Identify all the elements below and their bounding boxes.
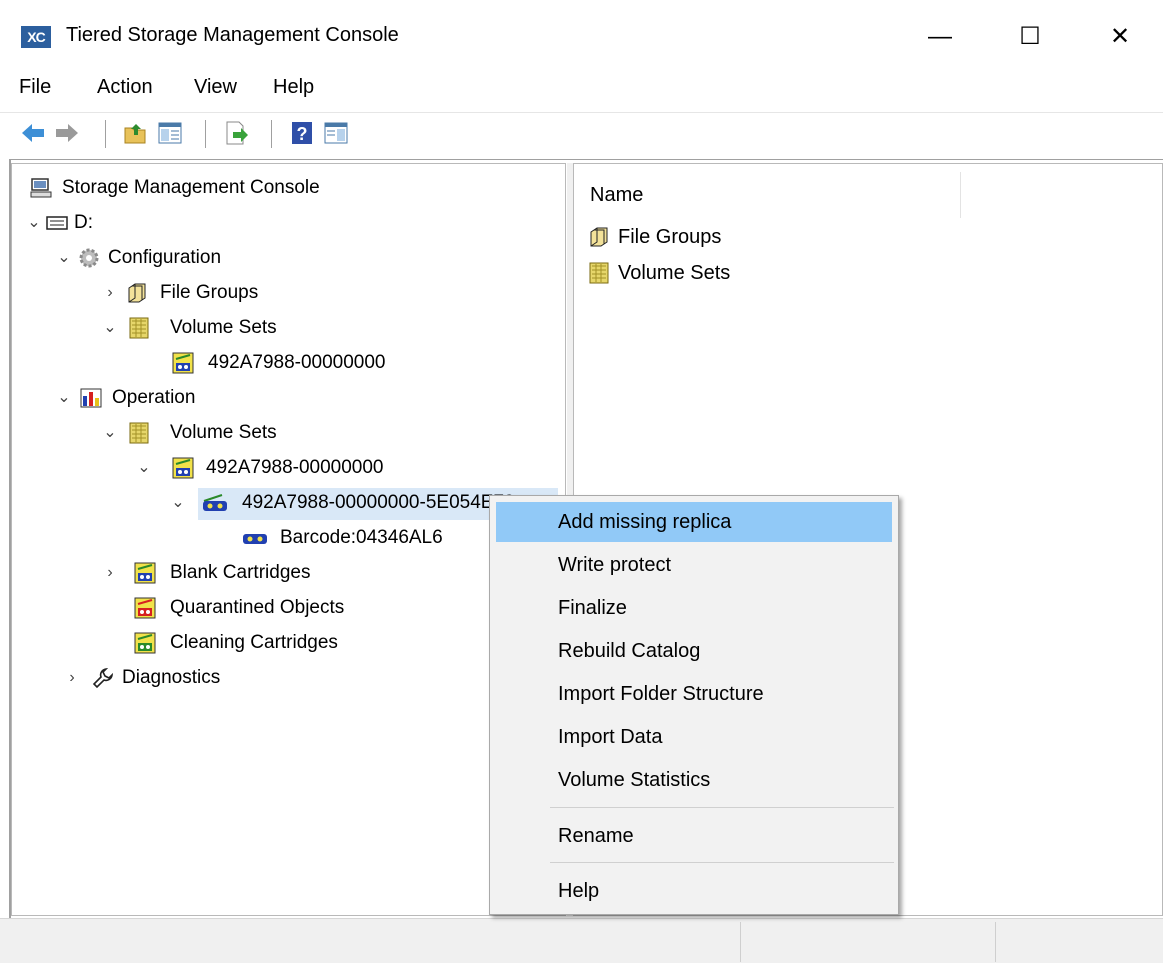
chevron-down-icon[interactable]: ⌄ bbox=[26, 208, 42, 238]
tape-volume-icon bbox=[172, 352, 194, 374]
chevron-down-icon[interactable]: ⌄ bbox=[136, 453, 152, 483]
tree-item-config-volume[interactable]: 492A7988-00000000 bbox=[172, 348, 542, 378]
menu-help[interactable]: Help bbox=[273, 76, 314, 99]
svg-text:?: ? bbox=[297, 124, 308, 144]
status-bar-divider bbox=[740, 922, 741, 962]
menu-item-finalize[interactable]: Finalize bbox=[496, 588, 892, 628]
volume-sets-icon bbox=[588, 262, 610, 284]
minimize-button[interactable]: — bbox=[900, 8, 980, 68]
menu-item-rename[interactable]: Rename bbox=[496, 816, 892, 856]
tree-item-label: Blank Cartridges bbox=[170, 562, 311, 583]
tree-item-label: D: bbox=[74, 212, 93, 233]
column-header-name[interactable]: Name bbox=[590, 184, 643, 207]
tree-item-blank-cartridges[interactable]: › Blank Cartridges bbox=[102, 558, 542, 588]
chevron-down-icon[interactable]: ⌄ bbox=[102, 313, 118, 343]
menu-item-write-protect[interactable]: Write protect bbox=[496, 545, 892, 585]
toolbar-separator bbox=[271, 120, 272, 148]
forward-arrow-icon[interactable] bbox=[54, 120, 80, 146]
gear-icon bbox=[78, 247, 100, 269]
menu-action[interactable]: Action bbox=[97, 76, 153, 99]
tree-item-root[interactable]: Storage Management Console bbox=[30, 173, 550, 203]
tree-item-label: 492A7988-00000000-5E054E79 bbox=[242, 492, 515, 513]
tree-item-config-file-groups[interactable]: › File Groups bbox=[102, 278, 542, 308]
menu-bar bbox=[0, 70, 1163, 110]
tree-item-diagnostics[interactable]: › Diagnostics bbox=[64, 663, 544, 693]
file-groups-icon bbox=[126, 282, 148, 304]
menu-item-add-missing-replica[interactable]: Add missing replica bbox=[496, 502, 892, 542]
operation-chart-icon bbox=[80, 387, 102, 409]
export-list-icon[interactable] bbox=[223, 120, 249, 146]
window-title: Tiered Storage Management Console bbox=[66, 24, 399, 46]
tree-item-label: Configuration bbox=[108, 247, 222, 268]
chevron-down-icon[interactable]: ⌄ bbox=[56, 383, 72, 413]
computer-icon bbox=[30, 177, 52, 199]
tree-item-op-volume-sets[interactable]: ⌄ Volume Sets bbox=[102, 418, 542, 448]
file-groups-icon bbox=[588, 226, 610, 248]
help-icon[interactable]: ? bbox=[289, 120, 315, 146]
blank-cartridge-icon bbox=[134, 562, 156, 584]
tape-volume-icon bbox=[172, 457, 194, 479]
tree-item-label: File Groups bbox=[160, 282, 259, 303]
menu-item-import-data[interactable]: Import Data bbox=[496, 717, 892, 757]
app-icon: XC bbox=[21, 26, 51, 48]
drive-icon bbox=[46, 212, 68, 234]
list-item-label: File Groups bbox=[618, 226, 722, 248]
toolbar-separator bbox=[205, 120, 206, 148]
tape-cartridge-icon bbox=[242, 527, 267, 549]
tree-item-label: Volume Sets bbox=[170, 317, 277, 338]
maximize-button[interactable]: ☐ bbox=[990, 8, 1070, 68]
menu-item-volume-statistics[interactable]: Volume Statistics bbox=[496, 760, 892, 800]
tape-replica-icon bbox=[202, 492, 227, 514]
quarantine-cartridge-icon bbox=[134, 597, 156, 619]
chevron-right-icon[interactable]: › bbox=[102, 558, 118, 588]
toolbar-separator bbox=[105, 120, 106, 148]
tree-item-label: 492A7988-00000000 bbox=[206, 457, 384, 478]
status-bar-divider bbox=[995, 922, 996, 962]
list-item-file-groups[interactable]: File Groups bbox=[588, 222, 888, 252]
close-button[interactable]: ✕ bbox=[1080, 8, 1160, 68]
menu-file[interactable]: File bbox=[19, 76, 51, 99]
tree-item-label: Volume Sets bbox=[170, 422, 277, 443]
list-item-volume-sets[interactable]: Volume Sets bbox=[588, 258, 888, 288]
tree-item-label: Barcode:04346AL6 bbox=[280, 527, 443, 548]
chevron-right-icon[interactable]: › bbox=[102, 278, 118, 308]
chevron-down-icon[interactable]: ⌄ bbox=[56, 243, 72, 273]
tree-item-configuration[interactable]: ⌄ Configuration bbox=[56, 243, 546, 273]
tree-item-quarantined-objects[interactable]: Quarantined Objects bbox=[134, 593, 544, 623]
context-menu: Add missing replica Write protect Finali… bbox=[489, 495, 899, 915]
tree-item-label: Storage Management Console bbox=[62, 177, 320, 198]
cleaning-cartridge-icon bbox=[134, 632, 156, 654]
show-hide-action-pane-icon[interactable] bbox=[323, 120, 349, 146]
back-arrow-icon[interactable] bbox=[20, 120, 46, 146]
tree-item-drive[interactable]: ⌄ D: bbox=[26, 208, 546, 238]
show-hide-console-tree-icon[interactable] bbox=[157, 120, 183, 146]
wrench-icon bbox=[92, 667, 114, 689]
tree-item-label: Quarantined Objects bbox=[170, 597, 345, 618]
menu-view[interactable]: View bbox=[194, 76, 237, 99]
volume-sets-icon bbox=[128, 422, 150, 444]
tree-item-operation[interactable]: ⌄ Operation bbox=[56, 383, 546, 413]
tree-item-label: Operation bbox=[112, 387, 196, 408]
chevron-right-icon[interactable]: › bbox=[64, 663, 80, 693]
menu-separator bbox=[550, 807, 894, 808]
menu-item-import-folder-structure[interactable]: Import Folder Structure bbox=[496, 674, 892, 714]
chevron-down-icon[interactable]: ⌄ bbox=[170, 488, 186, 518]
tree-item-cleaning-cartridges[interactable]: Cleaning Cartridges bbox=[134, 628, 544, 658]
menu-item-rebuild-catalog[interactable]: Rebuild Catalog bbox=[496, 631, 892, 671]
menu-separator bbox=[550, 862, 894, 863]
list-item-label: Volume Sets bbox=[618, 262, 731, 284]
tree-item-label: 492A7988-00000000 bbox=[208, 352, 386, 373]
up-folder-icon[interactable] bbox=[123, 120, 149, 146]
menu-item-help[interactable]: Help bbox=[496, 871, 892, 911]
volume-sets-icon bbox=[128, 317, 150, 339]
tree-item-config-volume-sets[interactable]: ⌄ Volume Sets bbox=[102, 313, 542, 343]
chevron-down-icon[interactable]: ⌄ bbox=[102, 418, 118, 448]
column-header-divider[interactable] bbox=[960, 172, 961, 218]
tree-item-op-volume[interactable]: ⌄ 492A7988-00000000 bbox=[136, 453, 546, 483]
tree-item-label: Cleaning Cartridges bbox=[170, 632, 338, 653]
tree-item-label: Diagnostics bbox=[122, 667, 221, 688]
status-bar bbox=[0, 918, 1163, 963]
